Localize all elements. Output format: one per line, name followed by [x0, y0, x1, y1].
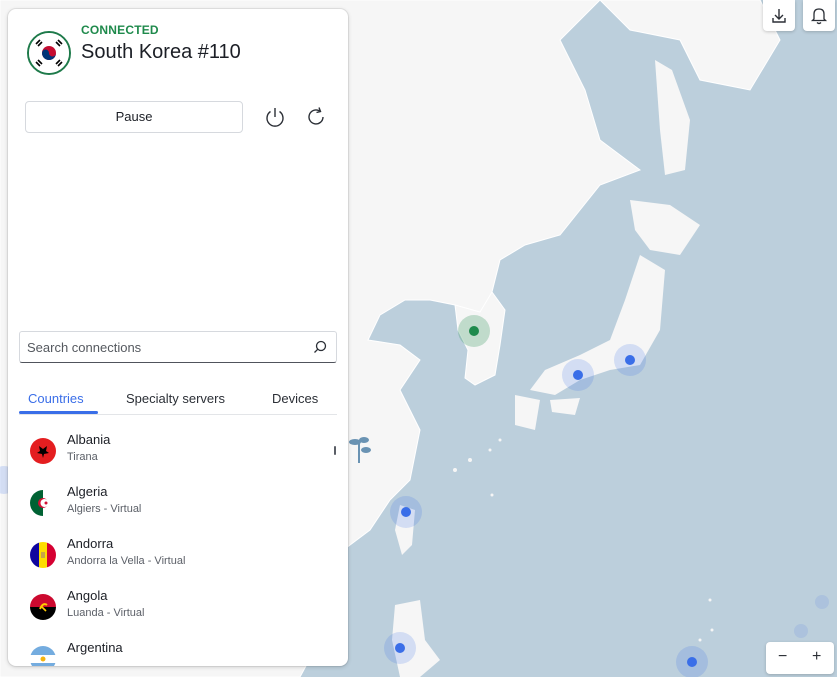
country-city: Tirana	[67, 451, 98, 463]
zoom-control: − +	[766, 642, 834, 674]
list-item[interactable]: Argentina	[8, 638, 328, 666]
connection-panel: CONNECTED South Korea #110 Pause Countri…	[8, 9, 348, 666]
list-item[interactable]: Andorra Andorra la Vella - Virtual	[8, 534, 328, 586]
country-name: Angola	[67, 588, 108, 603]
refresh-icon	[308, 107, 324, 125]
disconnect-button[interactable]	[263, 105, 287, 129]
country-city: Algiers - Virtual	[67, 503, 142, 515]
download-icon	[772, 9, 786, 23]
tab-bar: Countries Specialty servers Devices	[19, 387, 337, 415]
server-marker-taipei	[390, 496, 422, 528]
connected-server-marker	[458, 315, 490, 347]
notifications-button[interactable]	[803, 0, 835, 31]
country-city: Luanda - Virtual	[67, 607, 145, 619]
country-name: Albania	[67, 432, 111, 447]
zoom-out-button[interactable]: −	[778, 648, 787, 666]
search-input[interactable]	[20, 332, 300, 362]
angola-flag-icon	[30, 594, 56, 620]
download-button[interactable]	[763, 0, 795, 31]
reconnect-button[interactable]	[304, 105, 328, 129]
tab-specialty-servers[interactable]: Specialty servers	[126, 391, 225, 406]
server-marker-guam	[676, 646, 708, 677]
list-item[interactable]: Algeria Algiers - Virtual	[8, 482, 328, 534]
algeria-flag-icon	[30, 490, 56, 516]
country-city: Andorra la Vella - Virtual	[67, 555, 186, 567]
pause-button[interactable]: Pause	[25, 101, 243, 133]
list-item[interactable]: Albania Tirana	[8, 430, 328, 482]
argentina-flag-icon	[30, 646, 56, 666]
andorra-flag-icon	[30, 542, 56, 568]
server-name: South Korea #110	[81, 41, 241, 63]
connection-status: CONNECTED	[81, 23, 159, 37]
albania-flag-icon	[30, 438, 56, 464]
tab-devices[interactable]: Devices	[272, 391, 318, 406]
scrollbar[interactable]	[334, 446, 336, 455]
country-name: Andorra	[67, 536, 114, 551]
search-icon[interactable]	[312, 339, 328, 355]
country-name: Argentina	[67, 640, 123, 655]
south-korea-flag-icon	[27, 31, 71, 75]
server-marker-tokyo	[614, 344, 646, 376]
power-icon	[266, 108, 284, 127]
country-list[interactable]: Albania Tirana Algeria Algiers - Virtual…	[8, 423, 348, 666]
tab-countries[interactable]: Countries	[28, 391, 84, 406]
list-item[interactable]: Angola Luanda - Virtual	[8, 586, 328, 638]
active-tab-indicator	[19, 411, 98, 414]
server-marker-osaka	[562, 359, 594, 391]
search-box	[19, 331, 337, 363]
zoom-in-button[interactable]: +	[812, 648, 821, 666]
server-marker-manila	[384, 632, 416, 664]
bell-icon	[810, 8, 828, 25]
country-name: Algeria	[67, 484, 108, 499]
